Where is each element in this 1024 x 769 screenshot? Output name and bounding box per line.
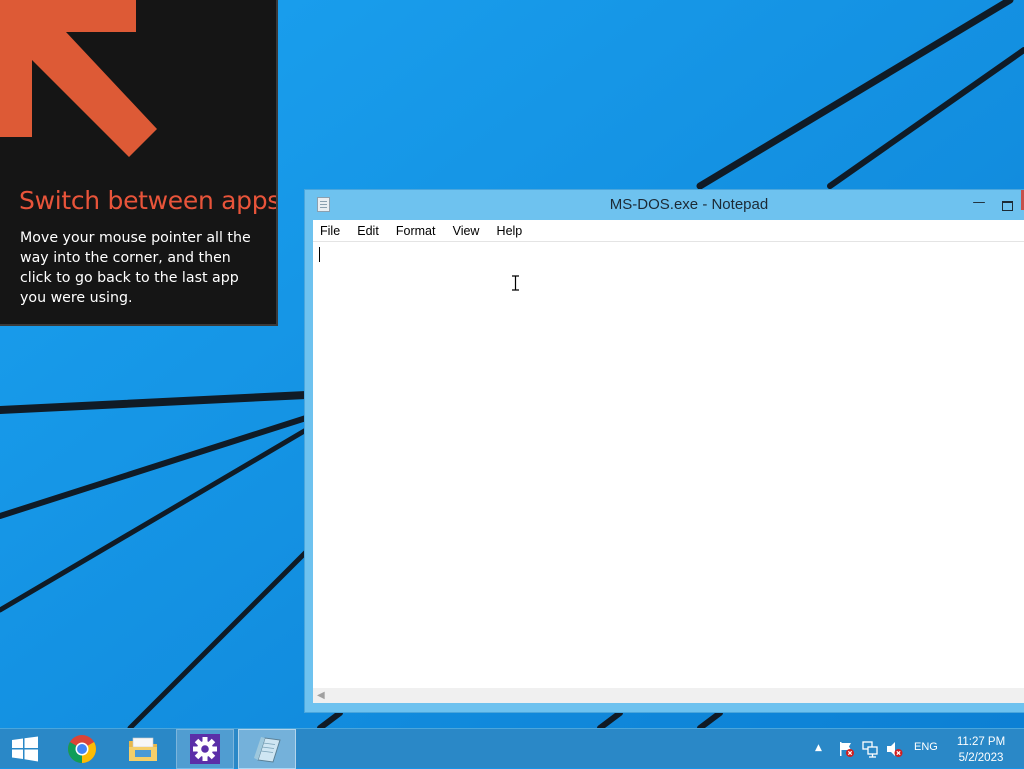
window-title: MS-DOS.exe - Notepad — [609, 196, 769, 213]
menu-view[interactable]: View — [447, 221, 486, 242]
notepad-taskbar-button[interactable] — [238, 729, 296, 769]
file-explorer-taskbar-button[interactable] — [117, 729, 169, 769]
network-icon[interactable] — [861, 740, 879, 758]
menu-file[interactable]: File — [314, 221, 346, 242]
menu-bar: File Edit Format View Help — [313, 220, 1024, 242]
minimize-button[interactable]: — — [969, 196, 989, 214]
taskbar: ▲ ENG 11:27 PM 5/2/2023 — [0, 728, 1024, 769]
menu-format[interactable]: Format — [390, 221, 442, 242]
tip-title: Switch between apps — [19, 186, 278, 215]
input-language-indicator[interactable]: ENG — [914, 741, 938, 753]
clock-time: 11:27 PM — [956, 736, 1006, 748]
maximize-button[interactable] — [997, 196, 1017, 214]
tutorial-tip-panel: Switch between apps Move your mouse poin… — [0, 0, 278, 326]
gear-icon — [190, 734, 220, 764]
menu-edit[interactable]: Edit — [351, 221, 385, 242]
scroll-left-icon[interactable]: ◀ — [317, 688, 325, 703]
folder-icon — [129, 737, 157, 761]
notepad-icon — [254, 737, 281, 763]
ibeam-cursor-icon — [512, 275, 519, 291]
windows-logo-icon — [12, 736, 38, 762]
show-hidden-icons-icon[interactable]: ▲ — [815, 743, 825, 753]
start-button[interactable] — [0, 729, 50, 769]
menu-help[interactable]: Help — [491, 221, 529, 242]
text-caret — [319, 247, 320, 262]
chrome-icon — [68, 735, 96, 763]
clock-date: 5/2/2023 — [958, 752, 1004, 764]
clock[interactable]: 11:27 PM 5/2/2023 — [948, 734, 1014, 766]
tip-body: Move your mouse pointer all the way into… — [20, 230, 251, 306]
text-editor-area[interactable] — [313, 242, 1024, 688]
action-center-flag-icon[interactable] — [837, 740, 855, 758]
window-titlebar[interactable]: MS-DOS.exe - Notepad — — [305, 190, 1024, 220]
settings-taskbar-button[interactable] — [176, 729, 234, 769]
notepad-window[interactable]: MS-DOS.exe - Notepad — File Edit Format … — [304, 189, 1024, 713]
minimize-icon: — — [972, 195, 986, 210]
chrome-taskbar-button[interactable] — [57, 729, 107, 769]
maximize-icon — [1001, 201, 1013, 211]
horizontal-scrollbar[interactable]: ◀ — [313, 688, 1024, 703]
volume-muted-icon[interactable] — [885, 740, 903, 758]
